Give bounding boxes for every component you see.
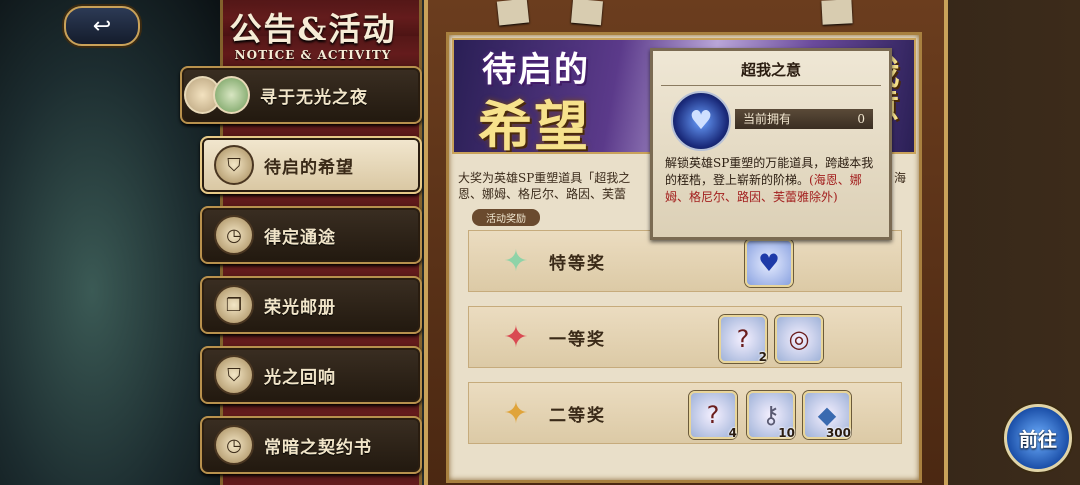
owned-value: 0 — [857, 112, 865, 126]
reward-count: 10 — [778, 426, 795, 440]
sidebar-item-label: 寻于无光之夜 — [260, 87, 368, 108]
portrait-icon-2 — [213, 76, 250, 114]
prize-label: 特等奖 — [549, 254, 606, 274]
page-title-cn: 公告&活动 — [229, 10, 397, 48]
shield-icon: ⛉ — [214, 145, 254, 185]
sidebar-item-night[interactable]: 寻于无光之夜 — [180, 66, 422, 124]
star-badge-icon: ✦ — [503, 244, 529, 279]
reward-count: 4 — [728, 426, 737, 440]
prize-label: 二等奖 — [549, 406, 606, 426]
item-tooltip: 超我之意 ♥ 当前拥有 0 解锁英雄SP重塑的万能道具，跨越本我的桎梏，登上崭新… — [650, 48, 892, 240]
mystery-box-reward[interactable]: ? 2 — [719, 315, 767, 364]
sidebar-item-label: 常暗之契约书 — [264, 437, 372, 458]
banner-title-line2: 希望 — [478, 94, 590, 154]
gift-box-icon: ❐ — [214, 285, 254, 325]
page-title: 公告&活动 NOTICE & ACTIVITY — [228, 4, 398, 62]
desc-line1-tail: 海 — [893, 171, 906, 185]
sidebar-item-echo[interactable]: ⛉ 光之回响 — [200, 346, 422, 404]
rewards-tag: 活动奖励 — [472, 209, 540, 226]
shield-icon: ⛉ — [214, 355, 254, 395]
sidebar-item-label: 待启的希望 — [264, 157, 354, 178]
character-portraits — [184, 69, 250, 121]
decor-paper — [821, 0, 853, 25]
tooltip-description: 解锁英雄SP重塑的万能道具，跨越本我的桎梏，登上崭新的阶梯。(海恩、娜姆、格尼尔… — [665, 155, 875, 206]
sidebar-item-contract[interactable]: ◷ 常暗之契约书 — [200, 416, 422, 474]
back-button[interactable]: ↩ — [64, 6, 140, 46]
crystal-reward[interactable]: ◆ 300 — [803, 391, 851, 440]
pocket-watch-icon: ◷ — [214, 425, 254, 465]
decor-paper — [496, 0, 530, 26]
tooltip-title: 超我之意 — [740, 61, 801, 79]
reward-count: 2 — [758, 350, 767, 364]
tooltip-divider — [661, 85, 881, 86]
star-badge-icon: ✦ — [503, 396, 529, 431]
sidebar-item-label: 荣光邮册 — [264, 297, 336, 318]
owned-count-bar: 当前拥有 0 — [735, 109, 873, 129]
mystery-scroll-reward[interactable]: ? 4 — [689, 391, 737, 440]
owned-label: 当前拥有 — [743, 112, 792, 126]
prize-row-second: ✦ 二等奖 ? 4 ⚷ 10 ◆ 300 — [468, 382, 902, 444]
prize-row-first: ✦ 一等奖 ? 2 ◎ — [468, 306, 902, 368]
desc-line1: 大奖为英雄SP重塑道具「超我之 — [458, 171, 631, 185]
heart-gem-icon: ♥ — [671, 91, 731, 151]
prize-label: 一等奖 — [549, 330, 606, 350]
go-button[interactable]: 前往 — [1004, 404, 1072, 472]
go-button-label: 前往 — [1018, 428, 1057, 451]
back-arrow-icon: ↩ — [92, 13, 112, 39]
sidebar-item-path[interactable]: ◷ 律定通途 — [200, 206, 422, 264]
sidebar-item-hope[interactable]: ⛉ 待启的希望 — [200, 136, 422, 194]
sidebar-item-album[interactable]: ❐ 荣光邮册 — [200, 276, 422, 334]
decor-paper — [571, 0, 603, 26]
pocket-watch-icon: ◷ — [214, 215, 254, 255]
key-reward[interactable]: ⚷ 10 — [747, 391, 795, 440]
ring-box-reward[interactable]: ◎ — [775, 315, 823, 363]
reward-count: 300 — [825, 426, 851, 440]
sidebar-item-label: 律定通途 — [264, 227, 336, 248]
star-badge-icon: ✦ — [503, 320, 529, 355]
page-title-en: NOTICE & ACTIVITY — [234, 48, 392, 62]
heart-gem-reward[interactable]: ♥ — [745, 239, 793, 287]
sidebar-item-label: 光之回响 — [264, 367, 336, 388]
